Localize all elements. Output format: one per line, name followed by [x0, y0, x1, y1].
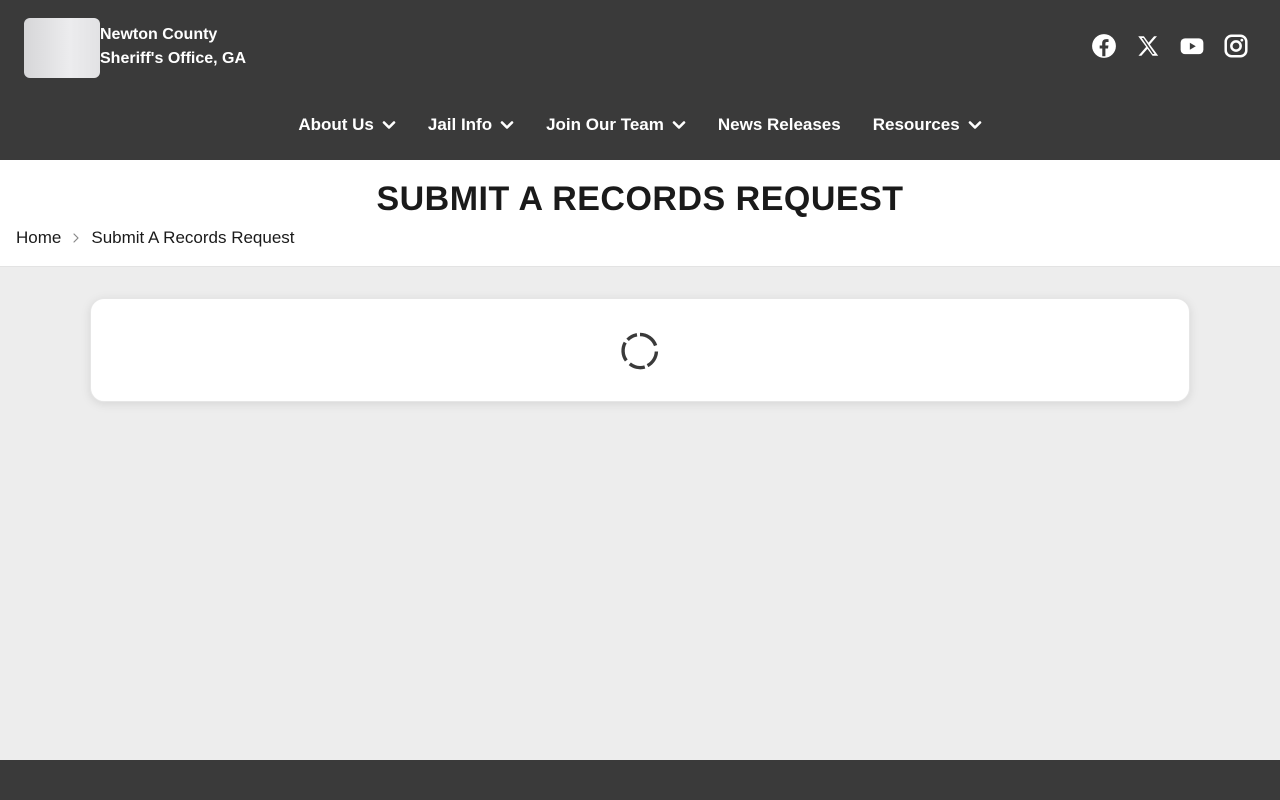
loading-spinner-icon — [621, 332, 659, 370]
main-nav: About Us Jail Info Join Our Team News Re… — [0, 112, 1280, 138]
site-header: Newton County Sheriff's Office, GA About… — [0, 0, 1280, 160]
nav-item-label: Join Our Team — [546, 115, 664, 134]
site-logo[interactable] — [24, 18, 100, 78]
breadcrumb: Home Submit A Records Request — [16, 228, 295, 248]
nav-item-about-us[interactable]: About Us — [282, 112, 412, 138]
x-link[interactable] — [1135, 33, 1161, 59]
facebook-link[interactable] — [1091, 33, 1117, 59]
instagram-link[interactable] — [1223, 33, 1249, 59]
page-title-band: SUBMIT A RECORDS REQUEST Home Submit A R… — [0, 160, 1280, 267]
instagram-icon — [1224, 34, 1248, 58]
nav-item-news-releases[interactable]: News Releases — [702, 112, 857, 138]
nav-item-resources[interactable]: Resources — [857, 112, 998, 138]
chevron-down-icon — [500, 118, 514, 132]
nav-item-label: Jail Info — [427, 115, 493, 134]
site-name[interactable]: Newton County Sheriff's Office, GA — [100, 23, 300, 71]
nav-item-label: News Releases — [717, 115, 841, 134]
site-footer — [0, 760, 1280, 800]
social-links — [1091, 33, 1249, 59]
nav-item-join-our-team[interactable]: Join Our Team — [530, 112, 702, 138]
youtube-link[interactable] — [1179, 33, 1205, 59]
nav-item-jail-info[interactable]: Jail Info — [412, 112, 530, 138]
nav-item-label: Resources — [872, 115, 960, 134]
records-request-form-card — [90, 298, 1190, 402]
site-name-line1: Newton County — [100, 26, 218, 43]
chevron-down-icon — [968, 118, 982, 132]
site-name-line2: Sheriff's Office, GA — [100, 50, 247, 67]
youtube-icon — [1180, 38, 1204, 55]
facebook-icon — [1092, 34, 1116, 58]
chevron-right-icon — [71, 232, 81, 244]
breadcrumb-current: Submit A Records Request — [91, 228, 295, 247]
chevron-down-icon — [672, 118, 686, 132]
nav-item-label: About Us — [298, 115, 374, 134]
chevron-down-icon — [382, 118, 396, 132]
x-icon — [1138, 36, 1159, 56]
breadcrumb-home-link[interactable]: Home — [16, 228, 61, 248]
page-title: SUBMIT A RECORDS REQUEST — [376, 180, 904, 218]
